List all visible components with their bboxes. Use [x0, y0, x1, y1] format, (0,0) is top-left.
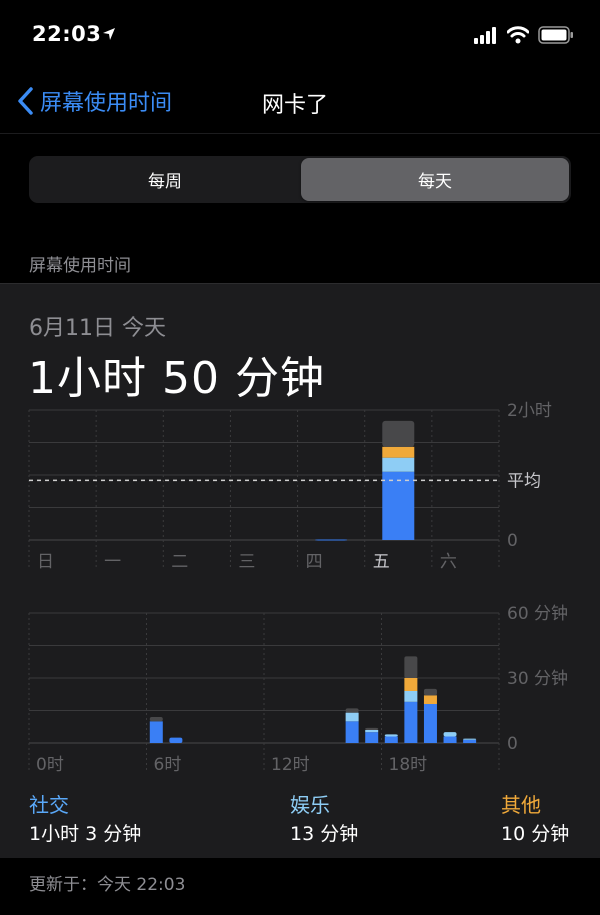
bar-social-h18	[384, 736, 398, 743]
back-button-label: 屏幕使用时间	[40, 91, 173, 116]
bar-entertainment-5	[382, 457, 415, 472]
back-button[interactable]: 屏幕使用时间	[16, 86, 172, 116]
y-tick-label: 30 分钟	[507, 669, 568, 689]
bar-social-5	[382, 471, 415, 540]
y-tick-label: 60 分钟	[507, 604, 568, 624]
period-segmented-control: 每周 每天	[29, 156, 571, 203]
bar-other-5	[382, 446, 415, 458]
legend-other-value: 10 分钟	[501, 823, 570, 845]
bar-social-h6	[149, 721, 163, 743]
legend-social-value: 1小时 3 分钟	[29, 823, 142, 845]
legend-social-label: 社交	[29, 793, 69, 817]
usage-date: 6月11日 今天	[29, 316, 166, 341]
bar-social-h22	[463, 739, 477, 743]
segment-week[interactable]: 每周	[31, 158, 299, 201]
bar-social-h16	[345, 721, 359, 743]
bar-entertainment-h21	[443, 732, 457, 737]
bar-social-h21	[443, 736, 457, 743]
bar-misc-h6	[149, 717, 163, 722]
bar-other-h19	[404, 678, 418, 691]
bar-social-4	[315, 539, 348, 541]
nav-divider	[0, 133, 600, 134]
bar-misc-h19	[404, 656, 418, 678]
hourly-usage-chart[interactable]: 60 分钟 30 分钟 0 0时 6时 12时 18时	[0, 600, 600, 780]
y-tick-label: 0	[507, 531, 518, 551]
legend-other-label: 其他	[501, 793, 541, 817]
x-tick-label: 6时	[154, 755, 182, 775]
x-tick-label: 0时	[36, 755, 64, 775]
x-tick-label: 五	[373, 552, 390, 572]
card-divider	[0, 283, 600, 284]
bar-social-h17	[365, 732, 379, 743]
x-tick-label: 18时	[389, 755, 428, 775]
bar-misc-h16	[345, 708, 359, 713]
wifi-icon	[507, 26, 529, 44]
bar-entertainment-h22	[463, 738, 477, 740]
location-arrow-icon	[103, 28, 115, 40]
legend-entertainment-label: 娱乐	[290, 793, 330, 817]
page-title: 网卡了	[262, 93, 329, 118]
bar-entertainment-h17	[365, 730, 379, 733]
y-tick-label: 0	[507, 734, 518, 754]
y-tick-label: 平均	[507, 471, 541, 491]
bar-other-h20	[423, 695, 437, 704]
x-tick-label: 六	[440, 552, 457, 572]
section-header: 屏幕使用时间	[29, 256, 131, 276]
bar-social-h20	[423, 704, 437, 743]
x-tick-label: 三	[238, 552, 255, 572]
x-tick-label: 四	[306, 552, 323, 572]
updated-timestamp: 更新于：今天 22:03	[29, 875, 186, 895]
bar-social-h7	[169, 737, 183, 743]
status-time: 22:03	[32, 22, 102, 46]
y-tick-label: 2小时	[507, 401, 552, 421]
x-tick-label: 日	[37, 552, 54, 572]
weekly-usage-chart[interactable]: 2小时平均 0 日 一 二 三 四 五 六	[0, 400, 600, 580]
legend-entertainment-value: 13 分钟	[290, 823, 359, 845]
bar-entertainment-h18	[384, 734, 398, 737]
bar-misc-5	[382, 420, 415, 447]
bar-entertainment-h16	[345, 712, 359, 722]
bar-misc-h17	[365, 727, 379, 730]
x-tick-label: 一	[104, 552, 121, 572]
battery-icon	[538, 26, 573, 44]
bar-entertainment-h19	[404, 691, 418, 702]
bar-social-h19	[404, 701, 418, 743]
cellular-signal-icon	[474, 27, 496, 44]
chevron-left-icon	[18, 87, 33, 115]
segment-day[interactable]: 每天	[301, 158, 569, 201]
total-usage: 1小时 50 分钟	[28, 353, 325, 404]
x-tick-label: 12时	[271, 755, 310, 775]
bar-misc-h20	[423, 688, 437, 696]
x-tick-label: 二	[171, 552, 188, 572]
